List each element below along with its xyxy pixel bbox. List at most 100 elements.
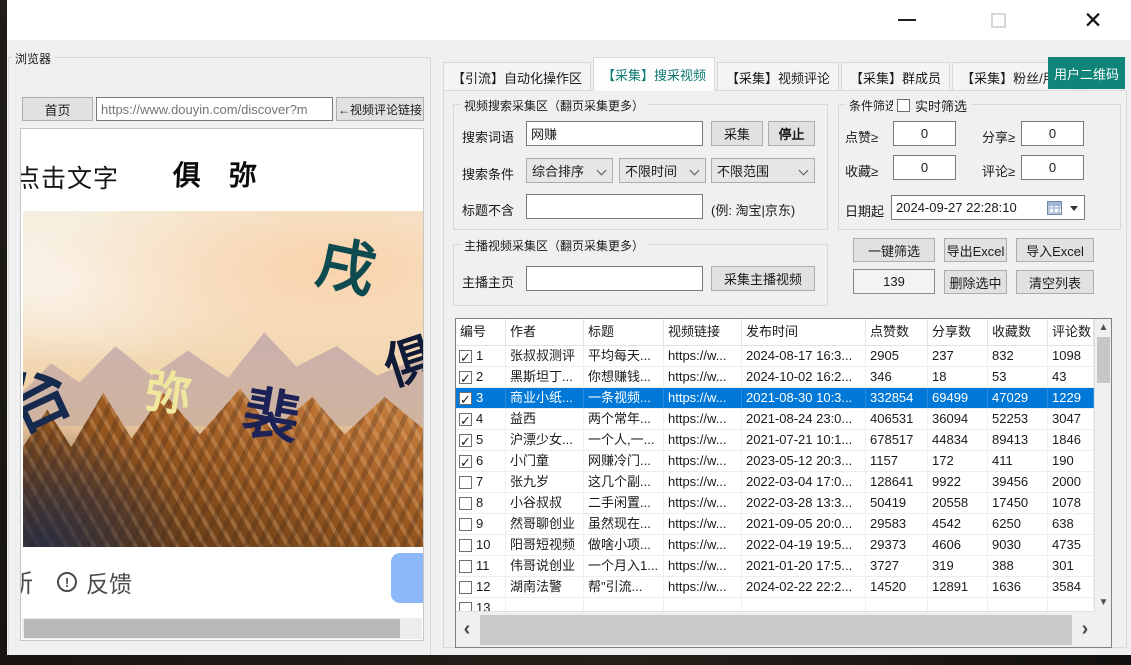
realtime-filter-label: 实时筛选 bbox=[915, 96, 967, 115]
checkbox-icon[interactable] bbox=[897, 99, 910, 112]
favorites-filter-input[interactable]: 0 bbox=[893, 155, 956, 180]
shares-filter-input[interactable]: 0 bbox=[1021, 121, 1084, 146]
column-header-8[interactable]: 评论数 bbox=[1048, 319, 1094, 345]
chevron-down-icon bbox=[799, 166, 809, 176]
cell-shares: 36094 bbox=[928, 409, 988, 429]
table-row-13[interactable]: 13 bbox=[456, 598, 1094, 611]
table-row-1[interactable]: 1张叔叔测评平均每天...https://w...2024-08-17 16:3… bbox=[456, 346, 1094, 367]
cell-number: 12 bbox=[456, 577, 506, 597]
table-row-4[interactable]: 4益西两个常年...https://w...2021-08-24 23:0...… bbox=[456, 409, 1094, 430]
column-header-4[interactable]: 发布时间 bbox=[742, 319, 866, 345]
vertical-scrollbar[interactable]: ▲ ▼ bbox=[1094, 319, 1111, 611]
tab-2[interactable]: 【采集】视频评论 bbox=[717, 62, 839, 91]
table-row-5[interactable]: 5沪漂少女...一个人,一...https://w...2021-07-21 1… bbox=[456, 430, 1094, 451]
exclude-input[interactable] bbox=[526, 194, 703, 219]
url-input[interactable]: https://www.douyin.com/discover?m bbox=[96, 97, 333, 121]
column-header-5[interactable]: 点赞数 bbox=[866, 319, 928, 345]
range-select[interactable]: 不限范围 bbox=[711, 158, 815, 183]
tab-1[interactable]: 【采集】搜采视频 bbox=[593, 57, 715, 91]
likes-filter-input[interactable]: 0 bbox=[893, 121, 956, 146]
scroll-up-icon[interactable]: ▲ bbox=[1095, 319, 1112, 336]
captcha-char-xu[interactable]: 戌 bbox=[312, 234, 381, 303]
comments-filter-input[interactable]: 0 bbox=[1021, 155, 1084, 180]
sort-select[interactable]: 综合排序 bbox=[526, 158, 613, 183]
row-checkbox[interactable] bbox=[459, 602, 472, 612]
table-row-8[interactable]: 8小谷叔叔二手闲置...https://w...2022-03-28 13:3.… bbox=[456, 493, 1094, 514]
scrollbar-thumb[interactable] bbox=[480, 615, 1072, 645]
row-number: 4 bbox=[476, 409, 483, 429]
clear-list-button[interactable]: 清空列表 bbox=[1016, 270, 1094, 294]
row-checkbox[interactable] bbox=[459, 350, 472, 363]
keyword-input[interactable]: 网赚 bbox=[526, 121, 703, 146]
captcha-char-pei[interactable]: 裴 bbox=[239, 385, 304, 450]
table-row-7[interactable]: 7张九岁这几个副...https://w...2022-03-04 17:0..… bbox=[456, 472, 1094, 493]
column-header-7[interactable]: 收藏数 bbox=[988, 319, 1048, 345]
anchor-home-input[interactable] bbox=[526, 266, 703, 291]
cell-shares: 69499 bbox=[928, 388, 988, 408]
cell-number: 4 bbox=[456, 409, 506, 429]
close-button[interactable]: ✕ bbox=[1070, 0, 1116, 40]
scrollbar-thumb[interactable] bbox=[1097, 337, 1110, 383]
realtime-filter-checkbox[interactable]: 实时筛选 bbox=[893, 96, 971, 115]
cell-title: 这几个副... bbox=[584, 472, 664, 492]
column-header-0[interactable]: 编号 bbox=[456, 319, 506, 345]
row-checkbox[interactable] bbox=[459, 581, 472, 594]
import-excel-button[interactable]: 导入Excel bbox=[1016, 238, 1094, 262]
captcha-char-tai[interactable]: 台 bbox=[23, 358, 82, 443]
cell-favorites: 39456 bbox=[988, 472, 1048, 492]
cell-likes: 406531 bbox=[866, 409, 928, 429]
row-checkbox[interactable] bbox=[459, 476, 472, 489]
row-checkbox[interactable] bbox=[459, 371, 472, 384]
table-row-11[interactable]: 11伟哥说创业一个月入1...https://w...2021-01-20 17… bbox=[456, 556, 1094, 577]
table-row-9[interactable]: 9然哥聊创业虽然现在...https://w...2021-09-05 20:0… bbox=[456, 514, 1094, 535]
collect-button[interactable]: 采集 bbox=[711, 121, 763, 146]
captcha-image[interactable]: 台 戌 弥 裴 俱 bbox=[23, 211, 424, 547]
horizontal-scrollbar[interactable]: ‹ › bbox=[456, 611, 1096, 647]
video-comment-link-button[interactable]: ←视频评论链接 bbox=[336, 97, 424, 121]
scroll-down-icon[interactable]: ▼ bbox=[1095, 594, 1112, 611]
row-checkbox[interactable] bbox=[459, 413, 472, 426]
row-checkbox[interactable] bbox=[459, 392, 472, 405]
date-from-picker[interactable]: 2024-09-27 22:28:10 bbox=[891, 195, 1085, 220]
scrollbar-thumb[interactable] bbox=[24, 619, 400, 638]
row-checkbox[interactable] bbox=[459, 497, 472, 510]
scroll-right-icon[interactable]: › bbox=[1074, 612, 1096, 648]
export-excel-button[interactable]: 导出Excel bbox=[944, 238, 1007, 262]
browser-horizontal-scrollbar[interactable] bbox=[22, 618, 422, 639]
tab-3[interactable]: 【采集】群成员 bbox=[841, 62, 950, 91]
captcha-char-ju[interactable]: 俱 bbox=[378, 330, 424, 393]
row-checkbox[interactable] bbox=[459, 560, 472, 573]
delete-selected-button[interactable]: 删除选中 bbox=[944, 270, 1007, 294]
table-row-3[interactable]: 3商业小纸...一条视频...https://w...2021-08-30 10… bbox=[456, 388, 1094, 409]
table-row-10[interactable]: 10阳哥短视频做啥小项...https://w...2022-04-19 19:… bbox=[456, 535, 1094, 556]
table-row-2[interactable]: 2黑斯坦丁...你想赚钱...https://w...2024-10-02 16… bbox=[456, 367, 1094, 388]
column-header-1[interactable]: 作者 bbox=[506, 319, 584, 345]
row-checkbox[interactable] bbox=[459, 455, 472, 468]
one-key-filter-button[interactable]: 一键筛选 bbox=[853, 238, 935, 262]
captcha-char-mi[interactable]: 弥 bbox=[142, 368, 194, 420]
home-button[interactable]: 首页 bbox=[22, 97, 93, 121]
row-checkbox[interactable] bbox=[459, 539, 472, 552]
column-header-3[interactable]: 视频链接 bbox=[664, 319, 742, 345]
row-checkbox[interactable] bbox=[459, 518, 472, 531]
minimize-button[interactable] bbox=[884, 0, 930, 40]
row-number: 13 bbox=[476, 598, 490, 611]
user-qrcode-button[interactable]: 用户二维码 bbox=[1048, 57, 1125, 89]
collect-anchor-videos-button[interactable]: 采集主播视频 bbox=[711, 266, 815, 291]
stop-button[interactable]: 停止 bbox=[768, 121, 815, 146]
refresh-link-partial[interactable]: 新 bbox=[20, 564, 33, 600]
cell-link: https://w... bbox=[664, 535, 742, 555]
time-select[interactable]: 不限时间 bbox=[619, 158, 706, 183]
feedback-link[interactable]: 反馈 bbox=[86, 565, 132, 599]
dropdown-arrow-icon[interactable] bbox=[1070, 206, 1078, 211]
table-row-6[interactable]: 6小门童网赚冷门...https://w...2023-05-12 20:3..… bbox=[456, 451, 1094, 472]
table-row-12[interactable]: 12湖南法警帮"引流...https://w...2024-02-22 22:2… bbox=[456, 577, 1094, 598]
column-header-2[interactable]: 标题 bbox=[584, 319, 664, 345]
calendar-icon[interactable] bbox=[1047, 201, 1062, 215]
captcha-confirm-button[interactable] bbox=[391, 553, 424, 603]
scroll-left-icon[interactable]: ‹ bbox=[456, 612, 478, 648]
column-header-6[interactable]: 分享数 bbox=[928, 319, 988, 345]
tab-0[interactable]: 【引流】自动化操作区 bbox=[443, 62, 591, 91]
maximize-button[interactable] bbox=[975, 0, 1021, 40]
row-checkbox[interactable] bbox=[459, 434, 472, 447]
